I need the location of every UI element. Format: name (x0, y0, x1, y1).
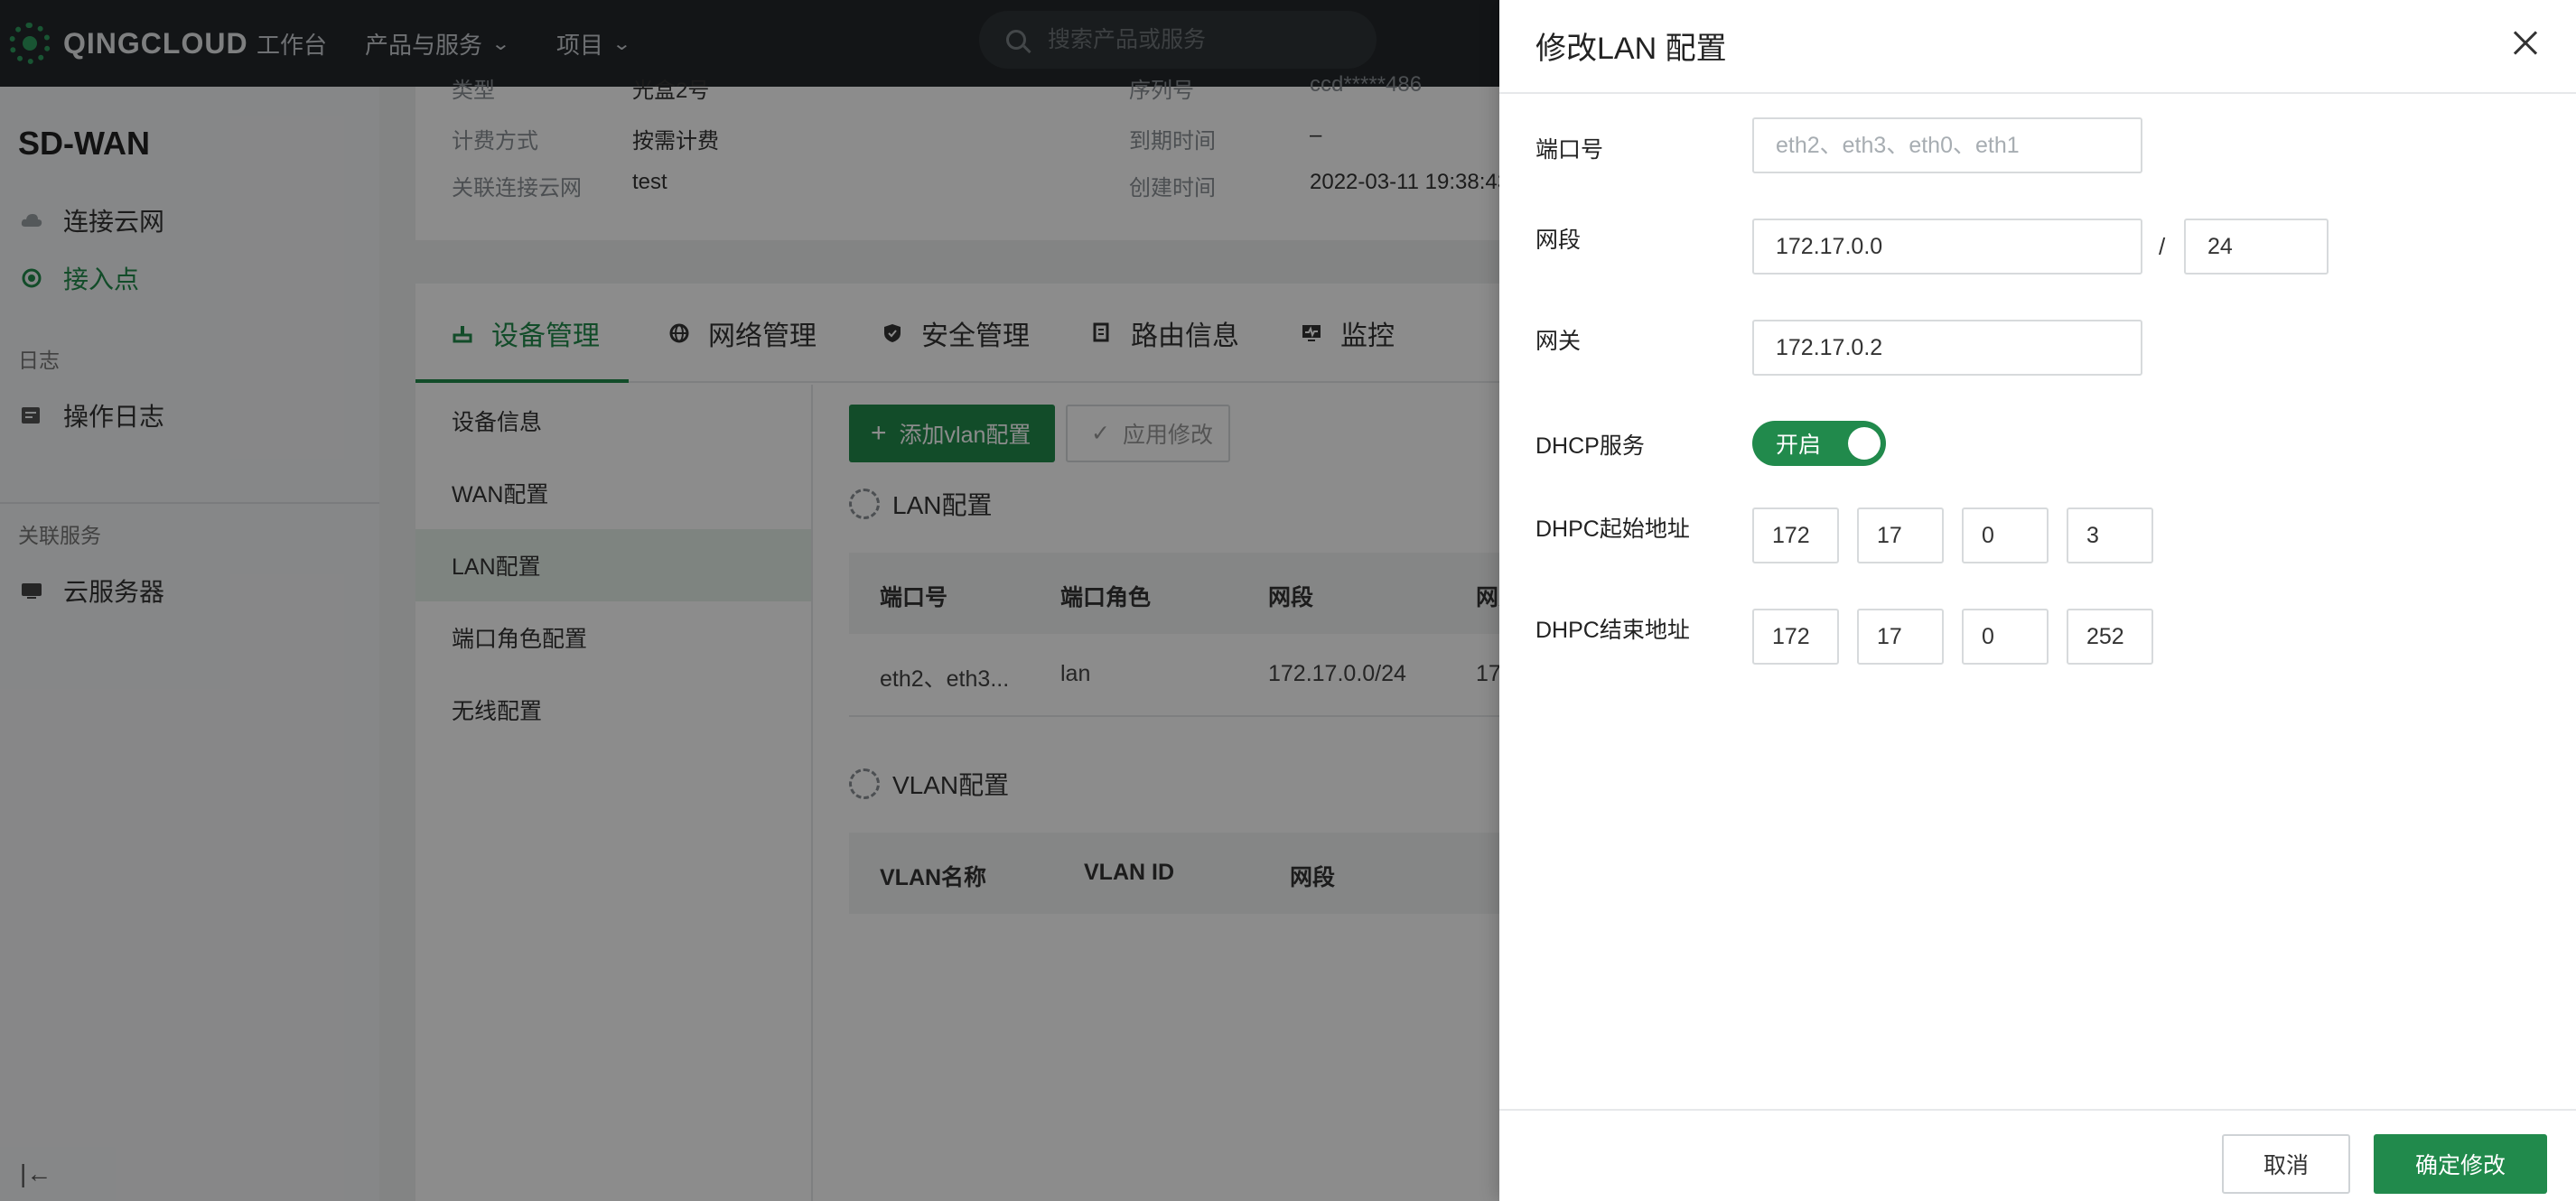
segment-input[interactable] (1752, 219, 2142, 275)
dhcp-start-octet-3[interactable] (1962, 507, 2049, 563)
toggle-label: 开启 (1776, 433, 1822, 458)
gateway-input[interactable] (1752, 320, 2142, 376)
dhcp-end-octet-3[interactable] (1962, 609, 2049, 665)
dhcp-start-octet-4[interactable] (2067, 507, 2153, 563)
edit-lan-drawer: 修改LAN 配置 端口号 网段 / 网关 DHCP服务 开启 DHPC起始地址 … (1499, 0, 2576, 1201)
mask-separator: / (2159, 233, 2166, 260)
port-label: 端口号 (1535, 137, 1604, 163)
drawer-header: 修改LAN 配置 (1499, 0, 2576, 94)
confirm-button[interactable]: 确定修改 (2374, 1134, 2547, 1194)
dhcp-end-octet-4[interactable] (2067, 609, 2153, 665)
close-icon[interactable] (2507, 25, 2543, 61)
dhcp-start-label: DHPC起始地址 (1535, 517, 1690, 542)
dhcp-toggle[interactable]: 开启 (1752, 421, 1886, 466)
dhcp-start-octet-1[interactable] (1752, 507, 1839, 563)
dhcp-start-octet-2[interactable] (1857, 507, 1944, 563)
port-input[interactable] (1752, 117, 2142, 173)
dhcp-label: DHCP服务 (1535, 433, 1645, 459)
mask-input[interactable] (2184, 219, 2329, 275)
dhcp-end-label: DHPC结束地址 (1535, 618, 1690, 643)
dhcp-end-octet-2[interactable] (1857, 609, 1944, 665)
dhcp-end-octet-1[interactable] (1752, 609, 1839, 665)
drawer-title: 修改LAN 配置 (1535, 32, 1727, 66)
toggle-knob (1848, 427, 1881, 460)
segment-label: 网段 (1535, 228, 1582, 253)
drawer-footer: 取消 确定修改 (1499, 1109, 2576, 1201)
gateway-label: 网关 (1535, 329, 1582, 354)
cancel-button[interactable]: 取消 (2222, 1134, 2350, 1194)
